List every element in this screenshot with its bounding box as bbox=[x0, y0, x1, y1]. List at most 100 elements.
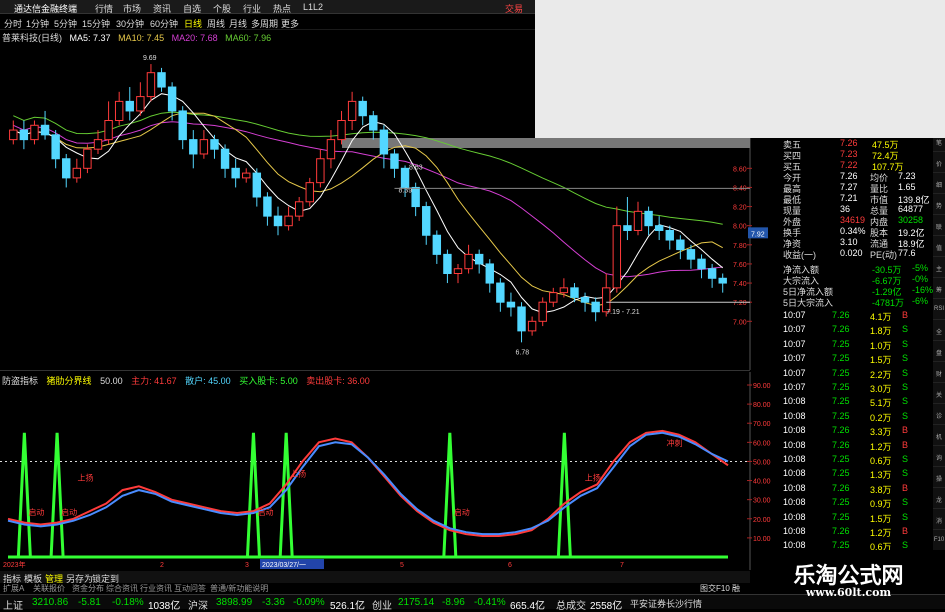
side-tab[interactable]: 值 bbox=[933, 243, 945, 257]
candle-body bbox=[51, 134, 60, 160]
trade-time: 10:08 bbox=[783, 497, 806, 508]
candle-body bbox=[411, 186, 420, 208]
pane-separator[interactable] bbox=[0, 370, 750, 371]
trade-time: 10:08 bbox=[783, 396, 806, 407]
trade-price: 7.26 bbox=[832, 439, 850, 450]
price-tick-label: 7.00 bbox=[733, 319, 747, 326]
trade-side: S bbox=[902, 382, 909, 392]
menu-item[interactable]: 热点 bbox=[273, 2, 291, 15]
side-tab[interactable]: 细 bbox=[933, 180, 945, 194]
indicator-annotation: 冲刺 bbox=[667, 438, 683, 448]
menu-bar: 通达信金融终端 行情 市场 资讯 自选 个股 行业 热点 L1L2 交易 bbox=[0, 0, 535, 14]
side-tab[interactable]: RSI bbox=[933, 306, 945, 320]
period-tab[interactable]: 30分钟 bbox=[116, 17, 144, 30]
subtab[interactable]: 扩展A bbox=[3, 583, 24, 594]
trade-volume: 0.6万 bbox=[870, 456, 892, 466]
indicator-tick-label: 80.00 bbox=[753, 402, 771, 409]
subtab[interactable]: 普通/新功能说明 bbox=[210, 583, 268, 594]
trade-row: 10:07 7.26 1.8万 S bbox=[780, 324, 930, 336]
period-tab-active[interactable]: 日线 bbox=[184, 17, 202, 30]
candle-body bbox=[189, 139, 198, 155]
total-label: 总成交 bbox=[556, 601, 586, 612]
trade-time: 10:07 bbox=[783, 338, 806, 349]
candle-body bbox=[337, 120, 346, 141]
side-tab[interactable]: F10 bbox=[933, 537, 945, 551]
flow-value: -4781万 bbox=[872, 298, 905, 308]
trade-button[interactable]: 交易 bbox=[505, 2, 523, 15]
menu-item[interactable]: L1L2 bbox=[303, 2, 323, 12]
side-tab[interactable]: 盘 bbox=[933, 348, 945, 362]
candle-body bbox=[199, 139, 209, 155]
side-tab[interactable]: 诊 bbox=[933, 411, 945, 425]
period-tab[interactable]: 更多 bbox=[281, 17, 299, 30]
trade-price: 7.26 bbox=[832, 310, 850, 320]
subtab[interactable]: 行业资讯 bbox=[140, 583, 172, 594]
side-tab[interactable]: 势 bbox=[933, 201, 945, 215]
side-tab[interactable]: 价 bbox=[933, 159, 945, 173]
trade-volume: 1.0万 bbox=[870, 340, 892, 351]
subtab[interactable]: 综合资讯 bbox=[106, 583, 138, 594]
trade-side: S bbox=[902, 324, 909, 335]
trade-time: 10:07 bbox=[783, 324, 806, 335]
indicator-lines bbox=[7, 429, 729, 537]
side-tabs: 笔价细势联值主筹RSI全盘财关诊机询操龙消F10自 bbox=[933, 138, 945, 585]
side-tab[interactable]: 关 bbox=[933, 390, 945, 404]
trade-volume: 3.8万 bbox=[870, 484, 892, 495]
broker-label[interactable]: 平安证券长沙行情 bbox=[630, 597, 702, 610]
side-tab[interactable]: 主 bbox=[933, 264, 945, 278]
period-tab[interactable]: 周线 bbox=[207, 17, 225, 30]
candle-body bbox=[369, 115, 378, 131]
order-book-row: 买五 7.22 107.7万 bbox=[780, 160, 930, 172]
period-tab[interactable]: 15分钟 bbox=[82, 17, 110, 30]
side-tab[interactable]: 询 bbox=[933, 453, 945, 467]
candle-body bbox=[707, 268, 717, 279]
sh-label: 上证 bbox=[3, 601, 23, 612]
indicator-annotation: 上扬 bbox=[585, 473, 601, 483]
side-tab[interactable]: 筹 bbox=[933, 285, 945, 299]
side-tab[interactable]: 联 bbox=[933, 222, 945, 236]
menu-item[interactable]: 资讯 bbox=[153, 2, 171, 15]
period-tab[interactable]: 5分钟 bbox=[54, 17, 77, 30]
period-tab[interactable]: 多周期 bbox=[251, 17, 278, 30]
trade-price: 7.26 bbox=[832, 425, 850, 436]
upper-gray-block bbox=[535, 0, 945, 138]
side-tab[interactable]: 消 bbox=[933, 516, 945, 530]
period-tab[interactable]: 60分钟 bbox=[150, 17, 178, 30]
price-annotation: 9.69 bbox=[143, 55, 157, 62]
trade-time: 10:08 bbox=[783, 482, 806, 493]
flow-row: 5日大宗流入 -4781万 -6% bbox=[780, 296, 930, 308]
cy-value: 2175.14 bbox=[398, 597, 435, 608]
subtab[interactable]: 互动问答 bbox=[174, 583, 206, 594]
candle-body bbox=[718, 277, 727, 284]
side-tab[interactable]: 全 bbox=[933, 327, 945, 341]
period-tab[interactable]: 月线 bbox=[229, 17, 247, 30]
menu-item[interactable]: 个股 bbox=[213, 2, 231, 15]
trade-side: B bbox=[902, 439, 909, 450]
candle-body bbox=[326, 139, 336, 160]
period-tab[interactable]: 分时 bbox=[4, 17, 22, 30]
watermark-logo: 乐淘公式网 www.60lt.com bbox=[752, 550, 945, 599]
trade-side: S bbox=[902, 511, 909, 522]
menu-item[interactable]: 市场 bbox=[123, 2, 141, 15]
period-tab[interactable]: 1分钟 bbox=[26, 17, 49, 30]
subtab[interactable]: 关联报价 bbox=[33, 583, 65, 594]
flow-row: 5日净流入额 -1.29亿 -16% bbox=[780, 285, 933, 297]
candle-body bbox=[72, 167, 82, 179]
side-tab[interactable]: 龙 bbox=[933, 495, 945, 509]
side-tab[interactable]: 操 bbox=[933, 474, 945, 488]
side-tab[interactable]: 笔 bbox=[933, 138, 945, 152]
menu-item[interactable]: 行情 bbox=[95, 2, 113, 15]
subtab[interactable]: 资金分布 bbox=[72, 583, 104, 594]
candle-body bbox=[358, 100, 367, 117]
flow-row: 大宗流入 -6.67万 -0% bbox=[780, 274, 930, 286]
candle-body bbox=[136, 96, 145, 112]
ma5-label: MA5: 7.37 bbox=[69, 33, 111, 43]
side-tab[interactable]: 财 bbox=[933, 369, 945, 383]
menu-item[interactable]: 自选 bbox=[183, 2, 201, 15]
price-tick-label: 7.20 bbox=[733, 300, 747, 307]
candle-body bbox=[62, 158, 71, 179]
trade-price: 7.25 bbox=[832, 540, 850, 551]
menu-item[interactable]: 行业 bbox=[243, 2, 261, 15]
bottom-right-label[interactable]: 图交F10 融 bbox=[700, 583, 740, 594]
side-tab[interactable]: 机 bbox=[933, 432, 945, 446]
